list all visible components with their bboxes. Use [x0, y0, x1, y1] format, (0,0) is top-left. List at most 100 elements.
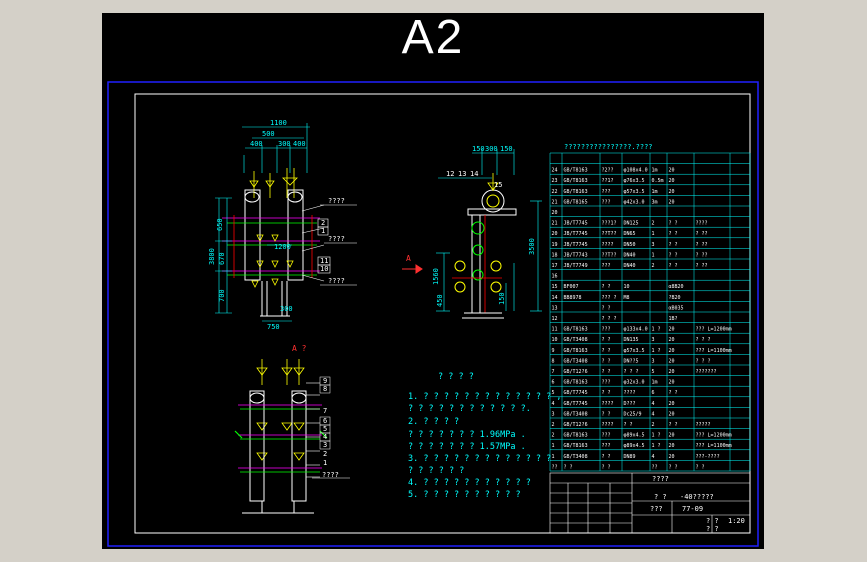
- title-page: ? ?: [706, 517, 719, 525]
- part-number: 12: [446, 170, 454, 178]
- note-line: ? ? ? ? ? ? ? ? ? ? ? ?.: [408, 404, 531, 414]
- note-line: ? ? ? ? ? ? ? 1.96MPa .: [408, 430, 526, 440]
- bom-cell: 1 ?: [652, 348, 661, 354]
- bom-cell: αB035: [669, 305, 684, 311]
- part-number: 2: [323, 450, 327, 458]
- bom-cell: ? ?: [669, 221, 678, 227]
- bom-cell: 2: [652, 263, 655, 269]
- bom-cell: ? ?: [602, 411, 611, 417]
- bom-cell: ???: [602, 199, 611, 205]
- bom-cell: ???-????: [696, 454, 720, 460]
- bom-cell: 10: [624, 284, 630, 290]
- bom-cell: JB/T7749: [564, 263, 588, 269]
- bom-cell: 20: [552, 210, 558, 216]
- bom-cell: GB/T7745: [564, 401, 588, 407]
- bom-cell: 13: [552, 305, 558, 311]
- bom-cell: ? ?: [602, 369, 611, 375]
- bom-cell: ??T??: [602, 231, 617, 237]
- bom-cell: ???1?: [602, 221, 617, 227]
- note-line: ? ? ? ? ? ? ? 1.57MPa .: [408, 442, 526, 452]
- bom-cell: 3m: [652, 199, 658, 205]
- dim-text: 650: [216, 218, 224, 231]
- part-number: 5: [323, 425, 327, 433]
- bom-cell: GB/T8163: [564, 433, 588, 439]
- dim-text: 1100: [270, 119, 287, 127]
- bom-cell: ??T??: [602, 252, 617, 258]
- bom-cell: 3: [652, 358, 655, 364]
- bom-cell: 2: [552, 422, 555, 428]
- drawing-svg: 1100 500 300 400 400 1200 750 300 3800 6…: [107, 81, 759, 547]
- bom-cell: 1 ?: [652, 327, 661, 333]
- bom-cell: 4: [652, 454, 655, 460]
- bom-cell: ? ?: [669, 231, 678, 237]
- part-number: 11: [320, 257, 328, 265]
- bom-cell: 21: [552, 199, 558, 205]
- part-number: 3: [323, 441, 327, 449]
- bom-cell: ???: [602, 433, 611, 439]
- dim-text: 3500: [528, 238, 536, 255]
- part-number: 7: [323, 407, 327, 415]
- title-company: ????: [652, 475, 669, 483]
- bom-cell: ???: [602, 443, 611, 449]
- dim-text: 150: [500, 145, 513, 153]
- bom-cell: GB/T8163: [564, 168, 588, 174]
- bom-cell: 20: [669, 443, 675, 449]
- title-drawing-name: -40?????: [680, 493, 714, 501]
- bom-cell: ? ?: [669, 263, 678, 269]
- part-number: 14: [470, 170, 478, 178]
- bom-cell: 4: [552, 401, 555, 407]
- bom-cell: 21: [552, 221, 558, 227]
- bom-cell: 3: [552, 411, 555, 417]
- callout-text: ????: [328, 197, 345, 205]
- bom-cell: GB/T3408: [564, 411, 588, 417]
- bom-cell: DN125: [624, 221, 639, 227]
- bom-cell: 20: [669, 358, 675, 364]
- bom-cell: ? ?: [669, 464, 678, 470]
- bom-cell: 6: [552, 380, 555, 386]
- bom-cell: φ89x4.5: [624, 443, 645, 449]
- technical-notes: ? ? ? ? 1. ? ? ? ? ? ? ? ? ? ? ? ? ? , ?…: [408, 372, 562, 500]
- bom-cell: GB/T3408: [564, 454, 588, 460]
- bom-cell: ???: [602, 327, 611, 333]
- bom-cell: 20: [669, 433, 675, 439]
- bom-cell: 20: [552, 231, 558, 237]
- bom-cell: 20: [669, 327, 675, 333]
- note-line: 4. ? ? ? ? ? ? ? ? ? ? ?: [408, 478, 531, 488]
- bom-cell: ?????: [696, 422, 711, 428]
- bom-cell: GB/T8165: [564, 199, 588, 205]
- bom-cell: ? ?: [602, 454, 611, 460]
- bom-cell: ??: [552, 464, 558, 470]
- dim-text: 300: [485, 145, 498, 153]
- cad-drawing-canvas[interactable]: A2 1100 500 300 400 400 1200 750 300 380…: [102, 11, 764, 549]
- note-line: 2. ? ? ? ?: [408, 417, 459, 427]
- bom-cell: DN40: [624, 252, 636, 258]
- bom-cell: ? ??: [696, 231, 708, 237]
- bom-cell: Dc25/9: [624, 411, 642, 417]
- bom-cell: 4: [652, 401, 655, 407]
- bom-cell: ??? ?: [602, 295, 617, 301]
- bom-cell: ? ?: [696, 464, 705, 470]
- dim-text: 1200: [274, 243, 291, 251]
- bom-cell: φ57x3.5: [624, 348, 645, 354]
- bom-cell: ? ?: [602, 337, 611, 343]
- bom-cell: DN??5: [624, 358, 639, 364]
- bom-cell: GB/T8163: [564, 178, 588, 184]
- bom-cell: 15: [552, 284, 558, 290]
- bom-cell: 20: [669, 348, 675, 354]
- bom-cell: φ76x3.5: [624, 178, 645, 184]
- bom-cell: ?B20: [669, 295, 681, 301]
- notes-heading: ? ? ? ?: [438, 372, 474, 382]
- bom-cell: φ42x3.0: [624, 199, 645, 205]
- side-view-text: 150 300 150 12 13 14 15 A 3500 1560 450 …: [406, 145, 536, 307]
- bom-cell: ??? L=1200mm: [696, 327, 732, 333]
- bom-cell: 17: [552, 263, 558, 269]
- bom-cell: ? ??: [696, 242, 708, 248]
- dim-text: 750: [267, 323, 280, 331]
- bom-cell: DN65: [624, 231, 636, 237]
- bom-cell: D???: [624, 401, 636, 407]
- bom-cell: 3: [652, 337, 655, 343]
- bom-cell: ????: [696, 221, 708, 227]
- bom-cell: 11: [552, 327, 558, 333]
- part-number: 13: [458, 170, 466, 178]
- bom-cell: 23: [552, 178, 558, 184]
